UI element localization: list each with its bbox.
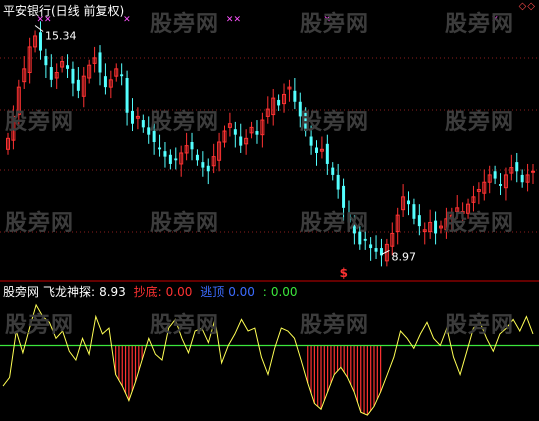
candle-body-down	[520, 174, 524, 183]
candle-body-down	[174, 158, 178, 161]
high-pointer	[34, 25, 44, 32]
candle-body-down	[277, 99, 281, 106]
candle-body-down	[130, 110, 134, 124]
watermark: 股旁网	[300, 211, 370, 236]
watermark: 股旁网	[5, 211, 75, 236]
candle-body-down	[76, 79, 80, 91]
candle-body-down	[141, 120, 145, 128]
candle-body-down	[44, 56, 48, 66]
candle-body-down	[407, 200, 411, 205]
site-label: 股旁网	[3, 285, 40, 299]
indicator-legend: 股旁网 飞龙神探: 8.93 抄底: 0.00 逃顶 0.00 :0.00	[3, 283, 302, 300]
chart-stage: 15.34 8.97 $ ✕✕ ✕ ✕✕ ✕ ✕ 股旁网 股旁网 股旁网 股旁网 股旁网 股旁…	[0, 0, 539, 421]
bottom-label: 抄底:	[133, 285, 162, 299]
watermark: 股旁网	[300, 110, 370, 135]
watermark: 股旁网	[300, 12, 370, 37]
candle-body-down	[103, 76, 107, 88]
escape-value: 0.00	[228, 285, 255, 299]
extra-value: 0.00	[270, 285, 298, 299]
watermark: 股旁网	[150, 211, 220, 236]
candle-body-down	[190, 142, 194, 150]
indicator-value: 8.93	[99, 285, 126, 299]
candle-body-down	[309, 136, 313, 146]
candle-body-down	[315, 147, 319, 153]
candle-body-up	[531, 170, 535, 173]
watermark: 股旁网	[445, 110, 515, 135]
candle-body-down	[66, 65, 70, 69]
candle-body-down	[412, 204, 416, 219]
candle-body-down	[201, 162, 205, 168]
candle-body-down	[195, 154, 199, 161]
watermark: 股旁网	[150, 313, 220, 338]
watermark: 股旁网	[445, 12, 515, 37]
candle-body-down	[336, 174, 340, 190]
candle-body-down	[49, 67, 53, 80]
candle-body-down	[363, 238, 367, 241]
corner-diamond-icon: ◇◇	[518, 1, 536, 12]
candle-body-down	[374, 248, 378, 252]
candle-body-down	[255, 131, 259, 135]
candle-body-down	[369, 244, 373, 249]
watermark: 股旁网	[445, 211, 515, 236]
watermark: 股旁网	[445, 313, 515, 338]
extra-label: :	[262, 285, 267, 299]
chart-title: 平安银行(日线 前复权)	[3, 4, 125, 18]
candle-body-down	[98, 52, 102, 73]
candle-body-down	[168, 154, 172, 164]
candle-body-down	[325, 143, 329, 164]
candle-body-down	[158, 147, 162, 150]
candle-body-down	[38, 32, 42, 51]
candle-body-down	[331, 167, 335, 175]
candle-body-down	[120, 74, 124, 77]
candle-body-down	[125, 78, 129, 113]
candle-body-down	[293, 90, 297, 102]
candle-body-down	[206, 165, 210, 172]
escape-label: 逃顶	[200, 285, 225, 299]
watermark: 股旁网	[150, 12, 220, 37]
candle-body-down	[493, 171, 497, 179]
watermark: 股旁网	[300, 313, 370, 338]
watermark: 股旁网	[5, 110, 75, 135]
candle-body-down	[499, 184, 503, 186]
bottom-value: 0.00	[165, 285, 193, 299]
candle-body-down	[233, 129, 237, 135]
watermark: 股旁网	[5, 313, 75, 338]
candle-body-down	[434, 220, 438, 234]
candle-body-down	[515, 162, 519, 172]
low-price-label: 8.97	[391, 250, 416, 263]
top-marker: ✕✕	[226, 15, 241, 25]
watermark: 股旁网	[150, 110, 220, 135]
indicator-name: 飞龙神探:	[43, 285, 96, 299]
candle-body-down	[71, 68, 75, 84]
candle-body-down	[163, 151, 167, 157]
candle-body-down	[417, 215, 421, 227]
signal-mark: $	[340, 266, 348, 280]
top-marker: ✕	[123, 15, 131, 25]
candle-body-down	[239, 136, 243, 146]
high-price-label: 15.34	[45, 30, 77, 43]
